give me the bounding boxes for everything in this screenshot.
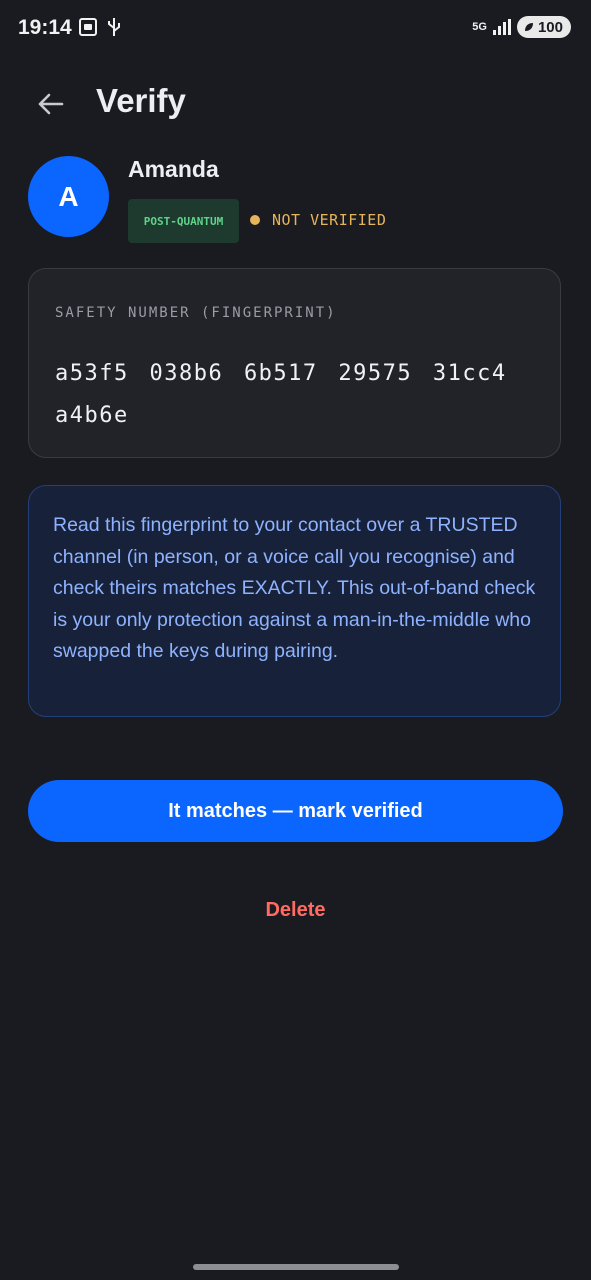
contact-summary: A Amanda POST-QUANTUM NOT VERIFIED (28, 156, 563, 243)
battery-indicator: 100 (516, 16, 571, 38)
avatar: A (28, 156, 109, 237)
mark-verified-button[interactable]: It matches — mark verified (28, 780, 563, 842)
screen-record-icon (79, 18, 97, 36)
info-text: Read this fingerprint to your contact ov… (53, 514, 536, 662)
fingerprint-card: SAFETY NUMBER (FINGERPRINT) a53f5 038b6 … (28, 268, 561, 458)
home-indicator[interactable] (193, 1264, 399, 1270)
verification-status: NOT VERIFIED (250, 211, 386, 229)
arrow-left-icon (38, 93, 64, 115)
page-title: Verify (96, 82, 186, 119)
contact-name: Amanda (128, 156, 219, 182)
battery-saver-icon (524, 23, 533, 31)
status-bar: 19:14 5G 100 (0, 0, 591, 56)
battery-level: 100 (537, 18, 563, 36)
status-right: 5G 100 (472, 16, 571, 38)
delete-button[interactable]: Delete (230, 890, 361, 930)
network-type: 5G (472, 21, 487, 33)
signal-icon (492, 19, 511, 35)
info-box: Read this fingerprint to your contact ov… (28, 485, 561, 717)
post-quantum-badge: POST-QUANTUM (128, 199, 239, 243)
back-button[interactable] (28, 82, 72, 126)
fingerprint-label: SAFETY NUMBER (FINGERPRINT) (55, 305, 337, 321)
status-time: 19:14 (18, 16, 72, 39)
status-dot-icon (250, 215, 260, 225)
verification-status-label: NOT VERIFIED (272, 211, 387, 229)
status-left-icons (78, 16, 122, 38)
usb-icon (108, 18, 120, 36)
fingerprint-value: a53f5 038b6 6b517 29575 31cc4 a4b6e (55, 361, 507, 428)
header: Verify (0, 72, 591, 136)
